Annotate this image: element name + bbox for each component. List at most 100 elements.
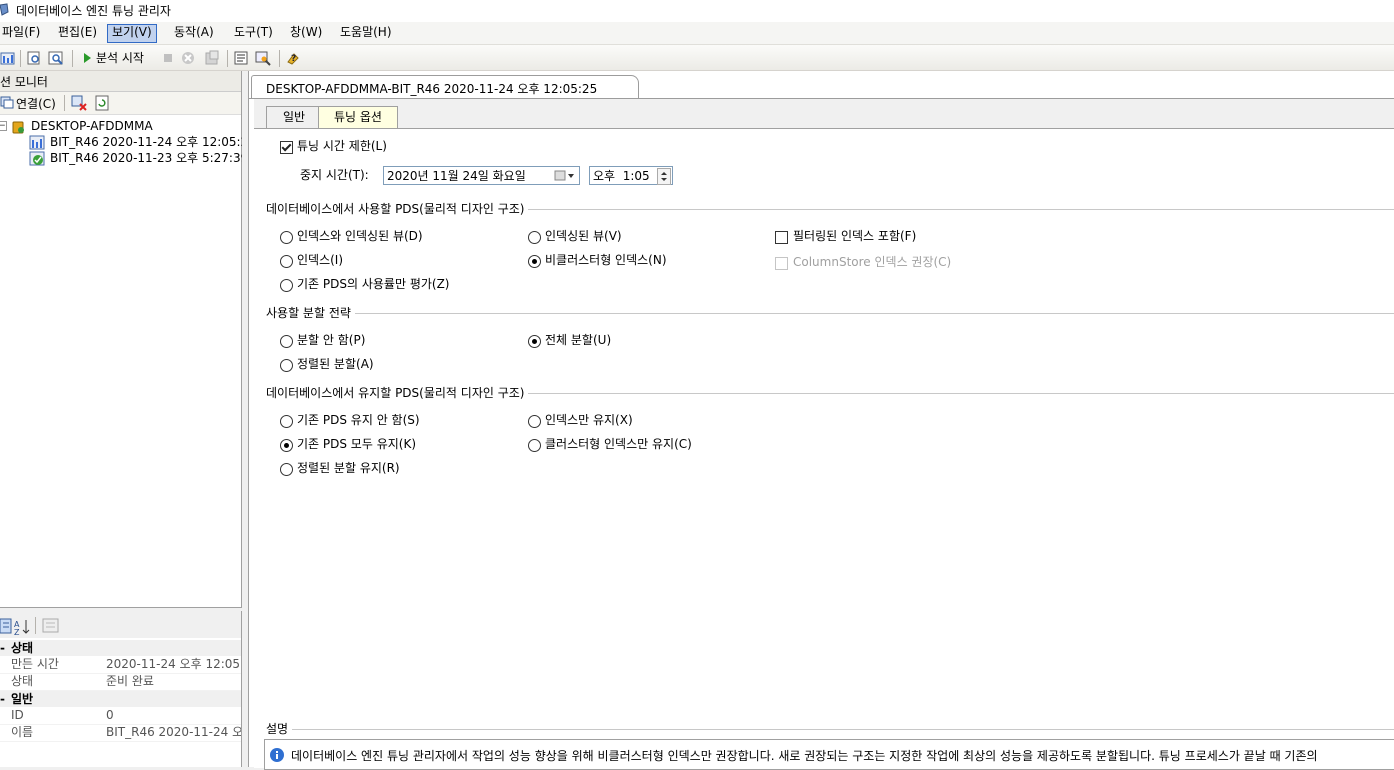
property-value: 준비 완료 xyxy=(106,674,154,688)
property-category-status[interactable]: - 상태 xyxy=(0,640,241,656)
radio-label[interactable]: 인덱스와 인덱싱된 뷰(D) xyxy=(297,229,423,244)
property-row[interactable]: 만든 시간 2020-11-24 오후 12:05 xyxy=(0,656,241,674)
toolbar: 분석 시작 ? xyxy=(0,45,1394,71)
menu-action[interactable]: 동작(A) xyxy=(170,24,218,41)
toolbar-separator xyxy=(72,50,73,67)
stop-time-input[interactable]: 오후 1:05 xyxy=(589,166,673,185)
description-box: 데이터베이스 엔진 튜닝 관리자에서 작업의 성능 향상을 위해 비클러스터형 … xyxy=(264,739,1394,770)
stop-time-label: 중지 시간(T): xyxy=(300,168,369,182)
radio-label[interactable]: 기존 PDS 유지 안 함(S) xyxy=(297,413,420,428)
radio-label[interactable]: 분할 안 함(P) xyxy=(297,333,365,348)
window-title: 데이터베이스 엔진 튜닝 관리자 xyxy=(16,4,171,18)
menu-edit[interactable]: 편집(E) xyxy=(54,24,101,41)
svg-text:?: ? xyxy=(291,54,296,64)
property-value: 2020-11-24 오후 12:05 xyxy=(106,657,241,671)
pds-keep-group-title: 데이터베이스에서 유지할 PDS(물리적 디자인 구조) xyxy=(266,386,529,401)
session-label: BIT_R46 2020-11-24 오후 12:05:25 xyxy=(50,135,256,149)
session-content: 일반 튜닝 옵션 튜닝 시간 제한(L) 중지 시간(T): 2020년 11월… xyxy=(254,99,1394,770)
sort-alphabetical-icon[interactable]: AZ xyxy=(14,618,31,635)
radio-label[interactable]: 인덱싱된 뷰(V) xyxy=(545,229,622,244)
time-spinner[interactable] xyxy=(657,168,671,185)
radio-nonclustered-indexes[interactable] xyxy=(528,255,541,268)
radio-label[interactable]: 전체 분할(U) xyxy=(545,333,611,348)
radio-indexes[interactable] xyxy=(280,255,293,268)
title-bar: 데이터베이스 엔진 튜닝 관리자 xyxy=(0,0,1394,22)
menu-help[interactable]: 도움말(H) xyxy=(336,24,396,41)
radio-keep-indexes-only[interactable] xyxy=(528,415,541,428)
tab-general[interactable]: 일반 xyxy=(266,106,322,128)
calendar-dropdown-icon[interactable] xyxy=(554,170,576,181)
tuning-options-panel: 튜닝 시간 제한(L) 중지 시간(T): 2020년 11월 24일 화요일 … xyxy=(254,128,1394,770)
stop-time-value: 오후 1:05 xyxy=(593,169,650,183)
menu-tools[interactable]: 도구(T) xyxy=(230,24,277,41)
server-name: DESKTOP-AFDDMMA xyxy=(31,119,153,133)
collapse-icon[interactable]: − xyxy=(0,121,7,131)
property-category-general[interactable]: - 일반 xyxy=(0,691,241,707)
toolbar-separator xyxy=(279,50,280,67)
menu-window[interactable]: 창(W) xyxy=(286,24,326,41)
radio-label[interactable]: 기존 PDS의 사용률만 평가(Z) xyxy=(297,277,449,292)
radio-no-partitioning[interactable] xyxy=(280,335,293,348)
property-value: 0 xyxy=(106,708,114,722)
menu-view[interactable]: 보기(V) xyxy=(107,24,157,43)
radio-keep-aligned[interactable] xyxy=(280,463,293,476)
start-analysis-button[interactable]: 분석 시작 xyxy=(96,49,144,66)
toolbar-separator xyxy=(227,50,228,67)
radio-label[interactable]: 인덱스만 유지(X) xyxy=(545,413,633,428)
radio-full-partitioning[interactable] xyxy=(528,335,541,348)
start-analysis-icon[interactable] xyxy=(79,50,95,66)
svg-text:Z: Z xyxy=(14,628,20,635)
radio-label[interactable]: 클러스터형 인덱스만 유지(C) xyxy=(545,437,692,452)
document-tab[interactable]: DESKTOP-AFDDMMA-BIT_R46 2020-11-24 오후 12… xyxy=(251,75,639,99)
open-workload-icon[interactable] xyxy=(26,50,42,66)
radio-keep-clustered-only[interactable] xyxy=(528,439,541,452)
options-icon[interactable] xyxy=(255,50,271,66)
property-row[interactable]: 이름 BIT_R46 2020-11-24 오후 xyxy=(0,724,241,742)
property-row[interactable]: 상태 준비 완료 xyxy=(0,673,241,691)
property-key: 이름 xyxy=(11,725,34,739)
include-filtered-indexes-checkbox[interactable] xyxy=(775,231,788,244)
limit-tuning-time-checkbox[interactable] xyxy=(280,141,293,154)
disconnect-icon[interactable] xyxy=(71,95,87,111)
report-icon[interactable] xyxy=(233,50,249,66)
checkbox-label[interactable]: 필터링된 인덱스 포함(F) xyxy=(793,229,916,244)
collapse-icon[interactable]: - xyxy=(0,640,5,656)
radio-evaluate-existing-pds[interactable] xyxy=(280,279,293,292)
session-monitor-title: 션 모니터 xyxy=(0,75,48,89)
help-icon[interactable]: ? xyxy=(285,50,301,66)
toolbar-separator xyxy=(20,50,21,67)
document-area: DESKTOP-AFDDMMA-BIT_R46 2020-11-24 오후 12… xyxy=(248,71,1394,770)
radio-indexed-views[interactable] xyxy=(528,231,541,244)
property-key: 만든 시간 xyxy=(11,657,59,671)
limit-tuning-time-label[interactable]: 튜닝 시간 제한(L) xyxy=(297,139,387,154)
radio-label[interactable]: 인덱스(I) xyxy=(297,253,343,268)
server-icon xyxy=(12,121,24,134)
category-label: 상태 xyxy=(11,641,34,655)
collapse-icon[interactable]: - xyxy=(0,691,5,707)
spinner-arrows-icon[interactable] xyxy=(659,169,669,184)
description-title: 설명 xyxy=(266,722,293,737)
session-complete-icon xyxy=(29,151,45,166)
view-workload-icon[interactable] xyxy=(48,50,64,66)
session-monitor-icon[interactable] xyxy=(0,50,16,66)
group-line xyxy=(266,729,1394,730)
connect-button[interactable]: 연결(C) xyxy=(16,95,56,112)
property-row[interactable]: ID 0 xyxy=(0,707,241,725)
toolbar-separator xyxy=(64,95,65,111)
property-value: BIT_R46 2020-11-24 오후 xyxy=(106,725,241,739)
tab-tuning-options[interactable]: 튜닝 옵션 xyxy=(318,106,398,128)
refresh-icon[interactable] xyxy=(95,95,109,111)
radio-keep-none[interactable] xyxy=(280,415,293,428)
radio-label[interactable]: 정렬된 분할(A) xyxy=(297,357,374,372)
radio-label[interactable]: 정렬된 분할 유지(R) xyxy=(297,461,400,476)
partition-group-title: 사용할 분할 전략 xyxy=(266,306,355,321)
radio-indexes-and-views[interactable] xyxy=(280,231,293,244)
categorized-icon[interactable] xyxy=(0,618,12,634)
property-key: 상태 xyxy=(11,674,34,688)
stop-date-picker[interactable]: 2020년 11월 24일 화요일 xyxy=(383,166,580,185)
radio-keep-all[interactable] xyxy=(280,439,293,452)
radio-aligned-partitioning[interactable] xyxy=(280,359,293,372)
radio-label[interactable]: 기존 PDS 모두 유지(K) xyxy=(297,437,416,452)
menu-file[interactable]: 파일(F) xyxy=(0,24,44,41)
radio-label[interactable]: 비클러스터형 인덱스(N) xyxy=(545,253,667,268)
